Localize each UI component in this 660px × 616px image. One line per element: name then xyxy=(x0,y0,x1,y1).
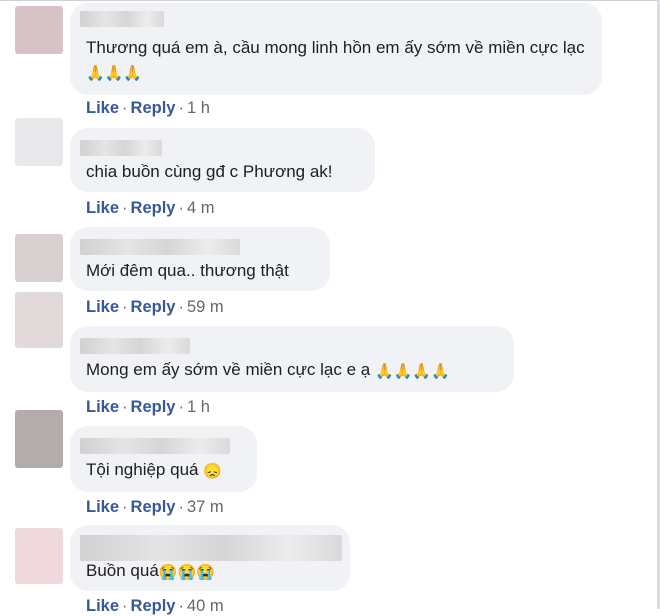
comment-time[interactable]: 37 m xyxy=(187,498,224,516)
reply-button[interactable]: Reply xyxy=(131,498,176,516)
comment-text: Buồn quá😭😭😭 xyxy=(86,561,215,581)
comment-time[interactable]: 59 m xyxy=(187,298,224,316)
comment-text: Mong em ấy sớm về miền cực lạc e ạ 🙏🙏🙏🙏 xyxy=(86,360,450,380)
author-name-blurred[interactable] xyxy=(80,11,164,27)
author-name-blurred[interactable] xyxy=(80,239,240,255)
comment-time[interactable]: 4 m xyxy=(187,199,215,217)
comment-bubble: Tội nghiệp quá 😞 xyxy=(70,426,257,492)
comment-time[interactable]: 40 m xyxy=(187,597,224,615)
comment-time[interactable]: 1 h xyxy=(187,398,210,416)
comment-actions: Like · Reply · 40 m xyxy=(86,597,224,615)
comment-actions: Like · Reply · 4 m xyxy=(86,199,215,217)
comment-actions: Like · Reply · 1 h xyxy=(86,99,210,117)
comment-text: Thương quá em à, cầu mong linh hồn em ấy… xyxy=(86,38,585,82)
avatar[interactable] xyxy=(15,234,63,282)
disappointed-emoji: 😞 xyxy=(203,463,222,480)
pray-emoji: 🙏🙏🙏🙏 xyxy=(374,363,450,380)
avatar[interactable] xyxy=(15,6,63,54)
like-button[interactable]: Like xyxy=(86,597,119,615)
avatar[interactable] xyxy=(15,292,63,348)
comment-bubble: Mới đêm qua.. thương thật xyxy=(70,227,330,291)
top-border xyxy=(0,0,660,1)
comment-bubble: Thương quá em à, cầu mong linh hồn em ấy… xyxy=(70,3,602,95)
like-button[interactable]: Like xyxy=(86,298,119,316)
comment-bubble: Buồn quá😭😭😭 xyxy=(70,525,350,591)
crying-emoji: 😭😭😭 xyxy=(158,564,215,581)
comment-text: Mới đêm qua.. thương thật xyxy=(86,261,289,280)
avatar[interactable] xyxy=(15,528,63,584)
reply-button[interactable]: Reply xyxy=(131,99,176,117)
comment-actions: Like · Reply · 1 h xyxy=(86,398,210,416)
comment-actions: Like · Reply · 59 m xyxy=(86,298,224,316)
like-button[interactable]: Like xyxy=(86,199,119,217)
avatar[interactable] xyxy=(15,410,63,468)
reply-button[interactable]: Reply xyxy=(131,298,176,316)
avatar[interactable] xyxy=(15,118,63,166)
comment-bubble: Mong em ấy sớm về miền cực lạc e ạ 🙏🙏🙏🙏 xyxy=(70,326,514,392)
reply-button[interactable]: Reply xyxy=(131,597,176,615)
comment-text: Tội nghiệp quá 😞 xyxy=(86,460,222,480)
like-button[interactable]: Like xyxy=(86,498,119,516)
comment-actions: Like · Reply · 37 m xyxy=(86,498,224,516)
comment-text: chia buồn cùng gđ c Phương ak! xyxy=(86,162,333,181)
author-name-blurred[interactable] xyxy=(80,438,230,454)
like-button[interactable]: Like xyxy=(86,398,119,416)
comment-bubble: chia buồn cùng gđ c Phương ak! xyxy=(70,128,375,192)
author-name-blurred[interactable] xyxy=(80,140,162,156)
reply-button[interactable]: Reply xyxy=(131,398,176,416)
author-name-blurred[interactable] xyxy=(80,535,342,561)
comment-time[interactable]: 1 h xyxy=(187,99,210,117)
pray-emoji: 🙏🙏🙏 xyxy=(86,65,143,82)
like-button[interactable]: Like xyxy=(86,99,119,117)
author-name-blurred[interactable] xyxy=(80,338,190,354)
reply-button[interactable]: Reply xyxy=(131,199,176,217)
